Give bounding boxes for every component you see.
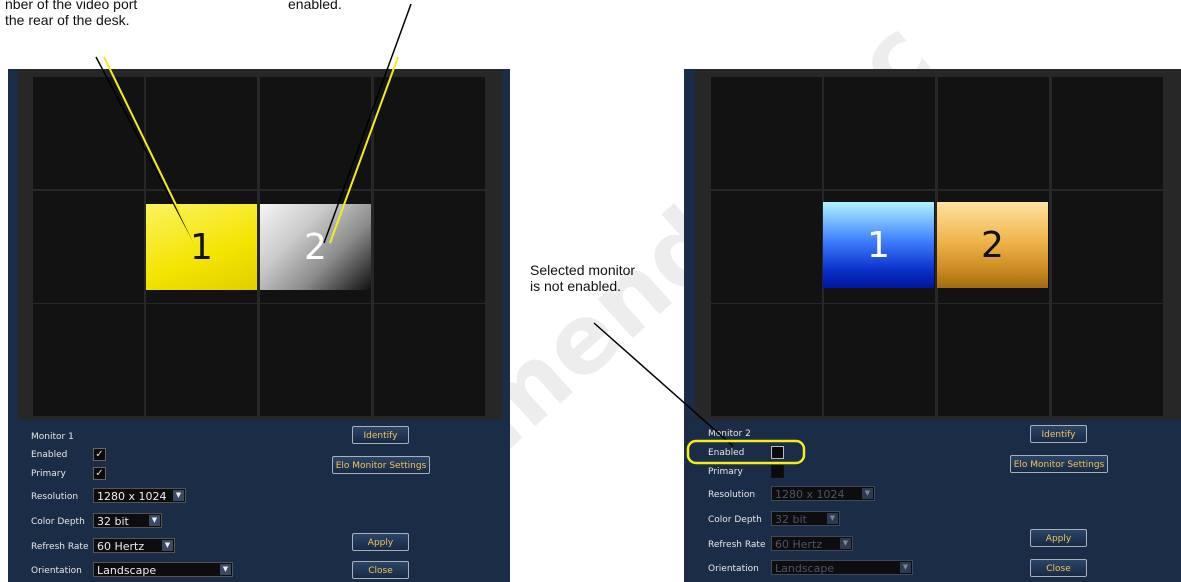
enabled-highlight-box bbox=[686, 439, 806, 465]
highlight-line-middle bbox=[329, 56, 399, 244]
leader-line-middle bbox=[323, 3, 412, 244]
leader-line-right bbox=[593, 322, 734, 447]
annotation-overlay bbox=[95, 3, 806, 465]
highlight-line-left bbox=[103, 56, 197, 247]
leader-line-left bbox=[95, 56, 197, 247]
